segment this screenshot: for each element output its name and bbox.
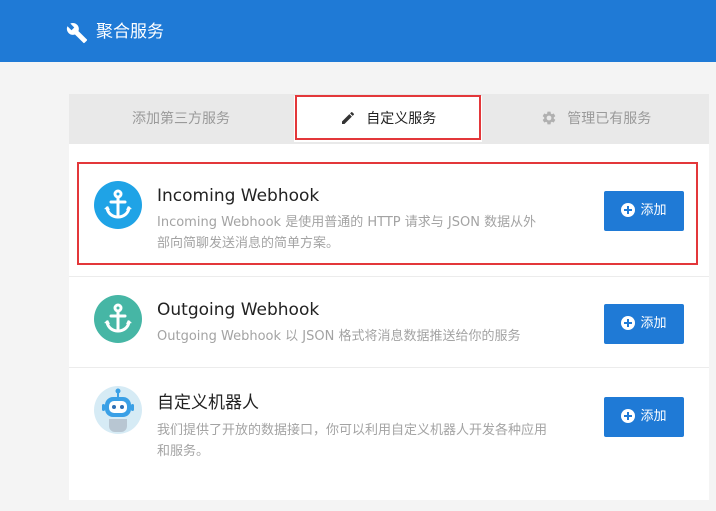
- robot-icon: [102, 388, 134, 432]
- add-button[interactable]: 添加: [604, 304, 684, 344]
- add-button[interactable]: 添加: [604, 397, 684, 437]
- service-title: Incoming Webhook: [157, 186, 320, 206]
- anchor-icon: [104, 303, 132, 333]
- pencil-icon: [341, 111, 354, 124]
- tab-manage-services[interactable]: 管理已有服务: [483, 94, 709, 144]
- add-button[interactable]: 添加: [604, 191, 684, 231]
- tab-bar: 添加第三方服务 自定义服务 管理已有服务: [69, 94, 709, 144]
- gear-icon: [542, 111, 555, 125]
- service-description: 我们提供了开放的数据接口，你可以利用自定义机器人开发各种应用和服务。: [157, 423, 548, 459]
- service-title: 自定义机器人: [157, 393, 259, 413]
- add-button-label: 添加: [640, 316, 667, 331]
- page-title: 聚合服务: [96, 22, 164, 42]
- service-row-outgoing-webhook: Outgoing Webhook Outgoing Webhook 以 JSON…: [69, 276, 709, 367]
- tab-label: 自定义服务: [366, 111, 437, 127]
- tab-add-third-party[interactable]: 添加第三方服务: [69, 94, 293, 144]
- add-button-label: 添加: [640, 409, 667, 424]
- tab-label: 管理已有服务: [567, 111, 652, 127]
- plus-circle-icon: [621, 409, 636, 423]
- service-row-custom-robot: 自定义机器人 我们提供了开放的数据接口，你可以利用自定义机器人开发各种应用和服务…: [69, 367, 709, 476]
- service-avatar: [94, 181, 142, 229]
- wrench-icon: [66, 23, 88, 44]
- plus-circle-icon: [621, 316, 636, 330]
- plus-circle-icon: [621, 203, 636, 217]
- anchor-icon: [104, 189, 132, 219]
- service-description: Incoming Webhook 是使用普通的 HTTP 请求与 JSON 数据…: [157, 215, 537, 251]
- add-button-label: 添加: [640, 203, 667, 218]
- service-avatar: [94, 295, 142, 343]
- tab-custom-service[interactable]: 自定义服务: [294, 96, 482, 142]
- tab-label: 添加第三方服务: [132, 111, 230, 127]
- service-row-incoming-webhook: Incoming Webhook Incoming Webhook 是使用普通的…: [69, 162, 709, 274]
- service-title: Outgoing Webhook: [157, 300, 320, 320]
- app-header: 聚合服务: [0, 0, 716, 62]
- service-description: Outgoing Webhook 以 JSON 格式将消息数据推送给你的服务: [157, 329, 521, 344]
- service-avatar: [94, 386, 142, 434]
